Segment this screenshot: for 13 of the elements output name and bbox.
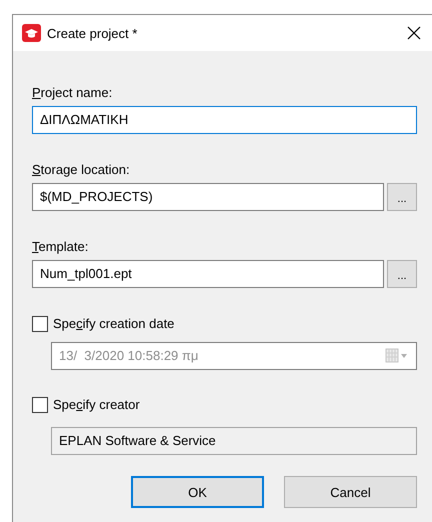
field-label: Storage location: bbox=[32, 161, 130, 179]
input-field[interactable]: ΔΙΠΛΩΜΑΤΙΚΗ bbox=[32, 106, 417, 134]
checkbox-label: Specify creation date bbox=[53, 315, 174, 333]
input-field[interactable]: $(MD_PROJECTS) bbox=[32, 183, 384, 211]
browse-button[interactable]: ... bbox=[387, 183, 417, 211]
window-title: Create project * bbox=[47, 26, 138, 40]
input-field[interactable]: Num_tpl001.ept bbox=[32, 260, 384, 288]
browse-button[interactable]: ... bbox=[387, 260, 417, 288]
field-label: Project name: bbox=[32, 84, 112, 102]
ok-button[interactable]: OK bbox=[131, 476, 264, 508]
field-label: Template: bbox=[32, 238, 88, 256]
cancel-button[interactable]: Cancel bbox=[284, 476, 417, 508]
checkbox-label: Specify creator bbox=[53, 396, 140, 414]
